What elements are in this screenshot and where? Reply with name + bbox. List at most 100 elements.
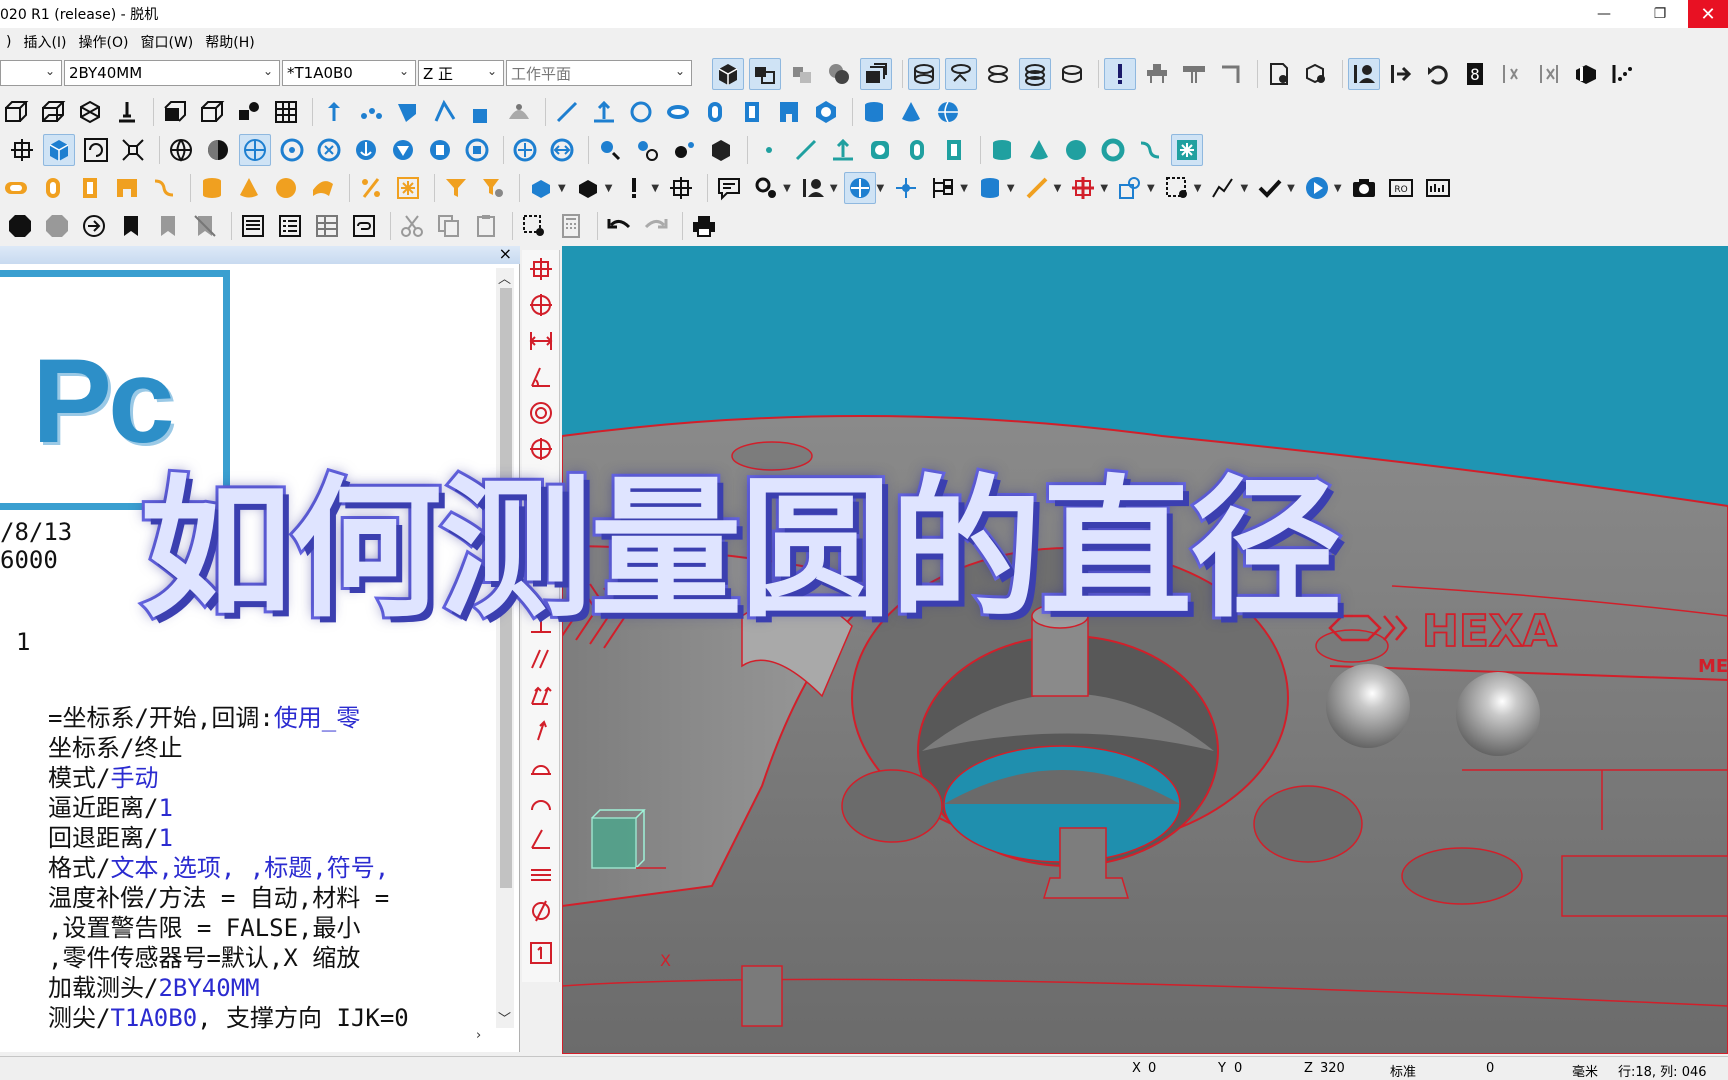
plane-vector-icon[interactable] xyxy=(588,96,620,128)
plane-teal-icon[interactable] xyxy=(827,134,859,166)
menu-item-insert[interactable]: 插入(I) xyxy=(17,32,72,52)
cylinder-orange-icon[interactable] xyxy=(196,172,228,204)
move-cross-icon[interactable] xyxy=(665,172,697,204)
menu-item-help[interactable]: 帮助(H) xyxy=(199,32,260,52)
sphere-feature[interactable] xyxy=(1456,672,1540,756)
slot-orange-icon[interactable] xyxy=(0,172,32,204)
scatter-1-icon[interactable] xyxy=(1496,58,1528,90)
list-icon[interactable] xyxy=(237,210,269,242)
dim-position-icon[interactable] xyxy=(528,292,554,318)
menu-item-window[interactable]: 窗口(W) xyxy=(134,32,199,52)
torus-teal-icon[interactable] xyxy=(1097,134,1129,166)
crosshair-red-icon[interactable] xyxy=(1067,172,1099,204)
filter-gear-icon[interactable] xyxy=(477,172,509,204)
select-view-icon[interactable] xyxy=(461,134,493,166)
surface-point-icon[interactable] xyxy=(355,96,387,128)
dim-total-runout-icon[interactable] xyxy=(528,682,554,708)
first-combo[interactable]: ⌄ xyxy=(0,60,62,86)
cone-orange-icon[interactable] xyxy=(233,172,265,204)
stack-view-icon[interactable] xyxy=(860,58,892,90)
scroll-right-icon[interactable]: › xyxy=(476,1028,481,1043)
hierarchy-icon[interactable] xyxy=(927,172,959,204)
wire-cube-2-icon[interactable] xyxy=(37,96,69,128)
scatter-2-icon[interactable] xyxy=(1533,58,1565,90)
tip-select[interactable]: *T1A0B0 ⌄ xyxy=(282,60,416,86)
slot-round-icon[interactable] xyxy=(699,96,731,128)
cylinder-teal-icon[interactable] xyxy=(986,134,1018,166)
cone-view-icon[interactable] xyxy=(387,134,419,166)
notch-icon[interactable] xyxy=(773,96,805,128)
stop-disabled-icon[interactable] xyxy=(41,210,73,242)
globe-icon[interactable] xyxy=(165,134,197,166)
polygon-icon[interactable] xyxy=(810,96,842,128)
square-slot-orange-icon[interactable] xyxy=(74,172,106,204)
page-gear-icon[interactable] xyxy=(1263,58,1295,90)
chevron-down-icon[interactable]: ▼ xyxy=(1287,183,1295,194)
probe-select[interactable]: 2BY40MM ⌄ xyxy=(64,60,280,86)
dim-keyin-icon[interactable] xyxy=(528,940,554,966)
hollow-cube-icon[interactable] xyxy=(196,96,228,128)
notch-orange-icon[interactable] xyxy=(111,172,143,204)
chevron-down-icon[interactable]: ▼ xyxy=(558,183,566,194)
undo-icon[interactable] xyxy=(603,210,635,242)
shaded-sphere-icon[interactable] xyxy=(202,134,234,166)
camera-icon[interactable] xyxy=(1348,172,1380,204)
solid-cube-icon[interactable] xyxy=(159,96,191,128)
auto-feature-icon[interactable] xyxy=(1114,172,1146,204)
grid-icon[interactable] xyxy=(270,96,302,128)
wire-cube-3-icon[interactable] xyxy=(74,96,106,128)
solid-view-icon[interactable] xyxy=(712,58,744,90)
rotate-3d-icon[interactable] xyxy=(313,134,345,166)
sphere-feature[interactable] xyxy=(1326,664,1410,748)
bookmark-icon[interactable] xyxy=(115,210,147,242)
close-icon[interactable]: × xyxy=(499,244,512,263)
line-icon[interactable] xyxy=(551,96,583,128)
target-view-icon[interactable] xyxy=(509,134,541,166)
sphere-orange-icon[interactable] xyxy=(270,172,302,204)
probe-layer-1-icon[interactable] xyxy=(908,58,940,90)
dotted-box-icon[interactable] xyxy=(1161,172,1193,204)
snowflake-icon[interactable] xyxy=(1171,134,1203,166)
paste-icon[interactable] xyxy=(470,210,502,242)
database-icon[interactable] xyxy=(974,172,1006,204)
cube-gear-icon[interactable] xyxy=(1300,58,1332,90)
fixture-3-icon[interactable] xyxy=(1215,58,1247,90)
dim-line-profile-icon[interactable] xyxy=(528,790,554,816)
grid-gear-icon[interactable] xyxy=(518,210,550,242)
menu-item-partial[interactable]: ) xyxy=(0,34,17,50)
operator-2-icon[interactable] xyxy=(797,172,829,204)
curve-orange-icon[interactable] xyxy=(148,172,180,204)
cylinder-view-icon[interactable] xyxy=(424,134,456,166)
undo-rotate-icon[interactable] xyxy=(1422,58,1454,90)
chevron-down-icon[interactable]: ▼ xyxy=(1100,183,1108,194)
dot-icon[interactable] xyxy=(753,134,785,166)
surface-view-icon[interactable] xyxy=(786,58,818,90)
circle-icon[interactable] xyxy=(625,96,657,128)
angle-point-icon[interactable] xyxy=(429,96,461,128)
pencil-icon[interactable] xyxy=(1021,172,1053,204)
menu-item-operation[interactable]: 操作(O) xyxy=(73,32,135,52)
scroll-up-icon[interactable]: ︿ xyxy=(498,268,511,287)
close-button[interactable]: ✕ xyxy=(1688,0,1728,28)
chevron-down-icon[interactable]: ▼ xyxy=(830,183,838,194)
cylinder-icon[interactable] xyxy=(858,96,890,128)
report-graph-icon[interactable] xyxy=(1422,172,1454,204)
link-icon[interactable] xyxy=(348,210,380,242)
chevron-down-icon[interactable]: ▼ xyxy=(1054,183,1062,194)
edge-point-icon[interactable] xyxy=(392,96,424,128)
dim-angle-icon[interactable] xyxy=(528,364,554,390)
chevron-down-icon[interactable]: ▼ xyxy=(877,183,885,194)
fixture-1-icon[interactable] xyxy=(1141,58,1173,90)
scroll-down-icon[interactable]: ﹀ xyxy=(498,1008,511,1027)
curve-view-icon[interactable] xyxy=(749,58,781,90)
light-icon[interactable] xyxy=(594,134,626,166)
sphere-icon[interactable] xyxy=(932,96,964,128)
dim-concentric-icon[interactable] xyxy=(528,400,554,426)
dim-parallel-icon[interactable] xyxy=(528,646,554,672)
high-point-icon[interactable] xyxy=(503,96,535,128)
dimension-location-icon[interactable] xyxy=(525,172,557,204)
check-icon[interactable] xyxy=(1254,172,1286,204)
shaded-view-icon[interactable] xyxy=(823,58,855,90)
percent-icon[interactable] xyxy=(355,172,387,204)
axis-select[interactable]: Z 正 ⌄ xyxy=(418,60,504,86)
